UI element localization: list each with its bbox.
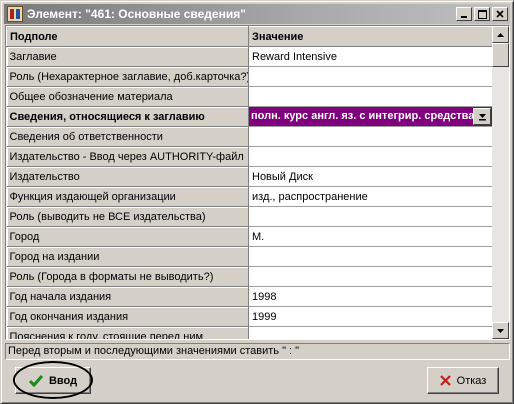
cancel-button[interactable]: Отказ [427,367,499,394]
field-name-cell[interactable]: Издательство - Ввод через AUTHORITY-файл [6,146,249,167]
field-value-cell[interactable] [248,66,492,87]
maximize-button[interactable] [474,7,490,21]
field-name-cell[interactable]: Город [6,226,249,247]
field-value-cell[interactable] [248,86,492,107]
scroll-thumb[interactable] [492,43,509,67]
table-row[interactable]: Год начала издания 1998 [6,286,492,307]
ok-button[interactable]: Ввод [15,367,91,394]
hint-panel: Перед вторым и последующими значениями с… [5,343,510,360]
arrow-up-icon [497,32,504,37]
field-name-cell[interactable]: Год начала издания [6,286,249,307]
field-name-cell[interactable]: Год окончания издания [6,306,249,327]
field-value-cell[interactable]: 1999 [248,306,492,327]
table-row[interactable]: Издательство - Ввод через AUTHORITY-файл [6,146,492,167]
dialog-window: Элемент: "461: Основные сведения" Подпол… [0,0,514,404]
table-row[interactable]: Пояснения к году, стоящие перед ним [6,326,492,339]
field-value-cell[interactable]: изд., распространение [248,186,492,207]
table-row[interactable]: Издательство Новый Диск [6,166,492,187]
field-value-cell[interactable] [248,206,492,227]
arrow-down-icon [497,328,504,333]
maximize-icon [475,8,489,20]
field-value-cell[interactable] [248,126,492,147]
field-value-cell[interactable]: 1998 [248,286,492,307]
table-row[interactable]: Общее обозначение материала [6,86,492,107]
table-row[interactable]: Роль (Нехарактерное заглавие, доб.карточ… [6,66,492,87]
table-row[interactable]: Роль (Города в форматы не выводить?) [6,266,492,287]
cross-icon [439,375,451,386]
field-value-text[interactable]: полн. курс англ. яз. с интегрир. средств… [249,107,492,126]
field-value-cell[interactable]: Reward Intensive [248,46,492,67]
title-bar[interactable]: Элемент: "461: Основные сведения" [4,4,510,24]
scroll-up-button[interactable] [492,26,509,43]
field-value-cell[interactable] [248,326,492,339]
field-value-cell[interactable] [248,146,492,167]
field-name-cell[interactable]: Заглавие [6,46,249,67]
field-value-cell[interactable]: М. [248,226,492,247]
fields-table: Подполе Значение Заглавие Reward Intensiv… [6,26,492,339]
window-title: Элемент: "461: Основные сведения" [27,7,246,21]
field-value-editor[interactable]: полн. курс англ. яз. с интегрир. средств… [248,106,492,127]
column-header-value[interactable]: Значение [248,26,492,47]
fields-grid[interactable]: Подполе Значение Заглавие Reward Intensiv… [5,25,510,340]
close-button[interactable] [492,7,508,21]
field-name-cell[interactable]: Город на издании [6,246,249,267]
field-value-cell[interactable] [248,246,492,267]
scroll-down-button[interactable] [492,322,509,339]
ok-button-label: Ввод [48,374,78,387]
field-name-cell[interactable]: Функция издающей организации [6,186,249,207]
table-row[interactable]: Город М. [6,226,492,247]
table-row[interactable]: Сведения, относящиеся к заглавию полн. ку… [6,106,492,127]
checkmark-icon [28,374,43,387]
table-row[interactable]: Сведения об ответственности [6,126,492,147]
table-row[interactable]: Год окончания издания 1999 [6,306,492,327]
minimize-button[interactable] [456,7,472,21]
field-name-cell[interactable]: Роль (Нехарактерное заглавие, доб.карточ… [6,66,249,87]
library-icon [7,6,23,22]
table-row[interactable]: Функция издающей организации изд., распро… [6,186,492,207]
table-row[interactable]: Заглавие Reward Intensive [6,46,492,67]
field-name-cell[interactable]: Общее обозначение материала [6,86,249,107]
close-icon [493,8,507,20]
field-name-cell[interactable]: Издательство [6,166,249,187]
table-row[interactable]: Роль (выводить не ВСЕ издательства) [6,206,492,227]
cancel-button-label: Отказ [456,374,487,387]
column-header-field[interactable]: Подполе [6,26,249,47]
dropdown-button[interactable] [473,108,491,125]
vertical-scrollbar[interactable] [492,26,509,339]
field-value-cell[interactable] [248,266,492,287]
minimize-icon [457,8,471,20]
dropdown-arrow-icon [478,114,486,121]
field-value-cell[interactable]: Новый Диск [248,166,492,187]
field-name-cell[interactable]: Роль (выводить не ВСЕ издательства) [6,206,249,227]
field-name-cell[interactable]: Пояснения к году, стоящие перед ним [6,326,249,339]
field-name-cell[interactable]: Сведения, относящиеся к заглавию [6,106,249,127]
field-name-cell[interactable]: Роль (Города в форматы не выводить?) [6,266,249,287]
table-row[interactable]: Город на издании [6,246,492,267]
field-name-cell[interactable]: Сведения об ответственности [6,126,249,147]
